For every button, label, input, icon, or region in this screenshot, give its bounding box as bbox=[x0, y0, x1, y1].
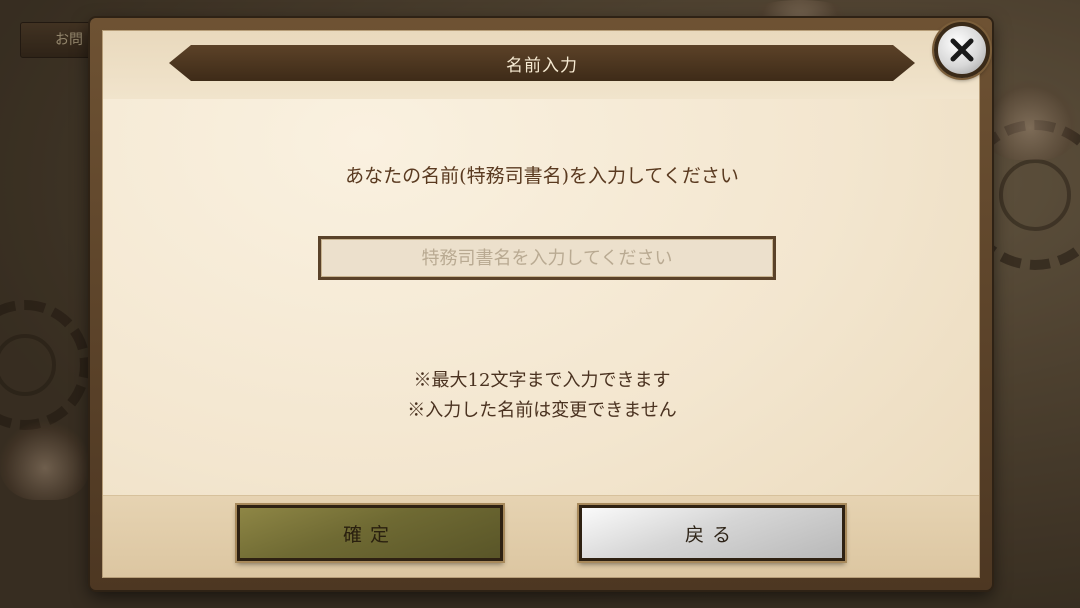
close-button[interactable] bbox=[934, 22, 990, 78]
back-button[interactable]: 戻る bbox=[579, 505, 845, 561]
dialog-title-banner: 名前入力 bbox=[169, 45, 915, 81]
dialog-title: 名前入力 bbox=[506, 55, 578, 76]
name-prompt-text: あなたの名前(特務司書名)を入力してください bbox=[345, 165, 739, 187]
confirm-button-label: 確定 bbox=[342, 523, 397, 546]
unchangeable-note: ※入力した名前は変更できません bbox=[407, 400, 677, 421]
max-length-note: ※最大12文字まで入力できます bbox=[413, 370, 671, 391]
confirm-button[interactable]: 確定 bbox=[237, 505, 503, 561]
dialog-paper: 名前入力 あなたの名前(特務司書名)を入力してください ※最大12文字まで入力で… bbox=[102, 30, 980, 578]
name-input-dialog: 名前入力 あなたの名前(特務司書名)を入力してください ※最大12文字まで入力で… bbox=[90, 18, 992, 590]
dialog-footer-band bbox=[103, 495, 979, 577]
back-button-label: 戻る bbox=[684, 523, 739, 546]
librarian-name-input[interactable] bbox=[318, 236, 776, 280]
close-x-icon bbox=[950, 38, 974, 62]
